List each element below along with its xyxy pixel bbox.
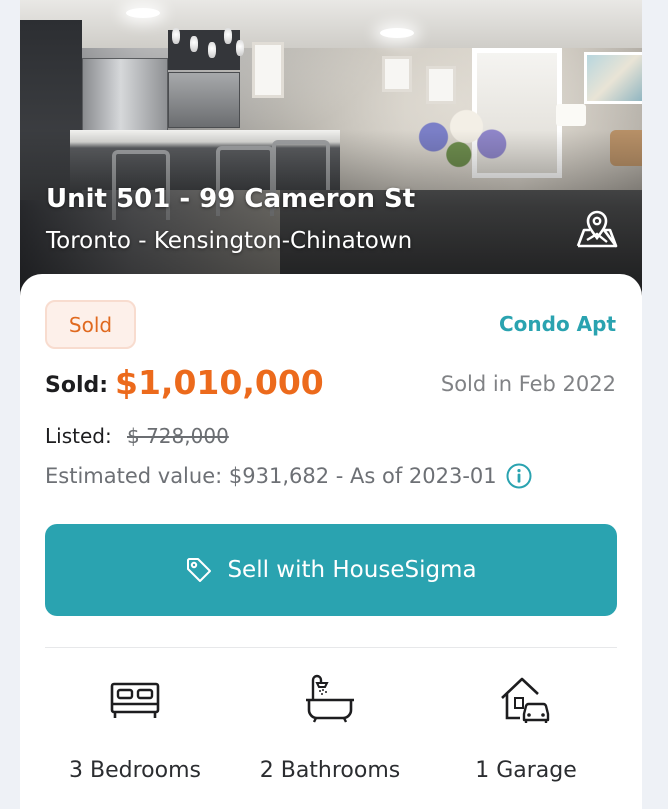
sold-label: Sold: xyxy=(45,373,109,398)
feature-bedrooms: 3 Bedrooms xyxy=(45,674,225,783)
listing-photo[interactable]: Unit 501 - 99 Cameron St Toronto - Kensi… xyxy=(20,0,642,300)
listing-page: Unit 501 - 99 Cameron St Toronto - Kensi… xyxy=(20,0,642,809)
listed-price: $ 728,000 xyxy=(127,424,229,448)
garage-icon xyxy=(501,677,550,723)
divider xyxy=(45,647,617,648)
listed-label: Listed: xyxy=(45,424,112,448)
sell-button-label: Sell with HouseSigma xyxy=(227,557,477,583)
map-button[interactable] xyxy=(575,208,619,248)
sell-with-housesigma-button[interactable]: Sell with HouseSigma xyxy=(45,524,617,616)
listing-location: Toronto - Kensington-Chinatown xyxy=(46,228,413,254)
listing-details-card: Sold Condo Apt Sold: $1,010,000 Sold in … xyxy=(20,274,642,809)
bathtub-icon xyxy=(306,674,354,723)
bedrooms-label: 3 Bedrooms xyxy=(69,758,201,783)
info-icon[interactable] xyxy=(506,463,532,489)
listing-address: Unit 501 - 99 Cameron St xyxy=(46,184,416,214)
bed-icon xyxy=(110,682,160,718)
feature-bathrooms: 2 Bathrooms xyxy=(240,674,420,783)
garage-label: 1 Garage xyxy=(475,758,577,783)
sold-date: Sold in Feb 2022 xyxy=(440,372,616,396)
status-badge: Sold xyxy=(45,300,136,349)
feature-garage: 1 Garage xyxy=(436,674,616,783)
estimated-value-text: Estimated value: $931,682 - As of 2023-0… xyxy=(45,464,497,488)
sold-price: $1,010,000 xyxy=(115,363,324,402)
property-type: Condo Apt xyxy=(498,312,616,336)
bathrooms-label: 2 Bathrooms xyxy=(259,758,401,783)
tag-icon xyxy=(187,558,212,582)
estimated-value: Estimated value: $931,682 - As of 2023-0… xyxy=(45,463,532,489)
map-pin-icon xyxy=(576,210,618,248)
